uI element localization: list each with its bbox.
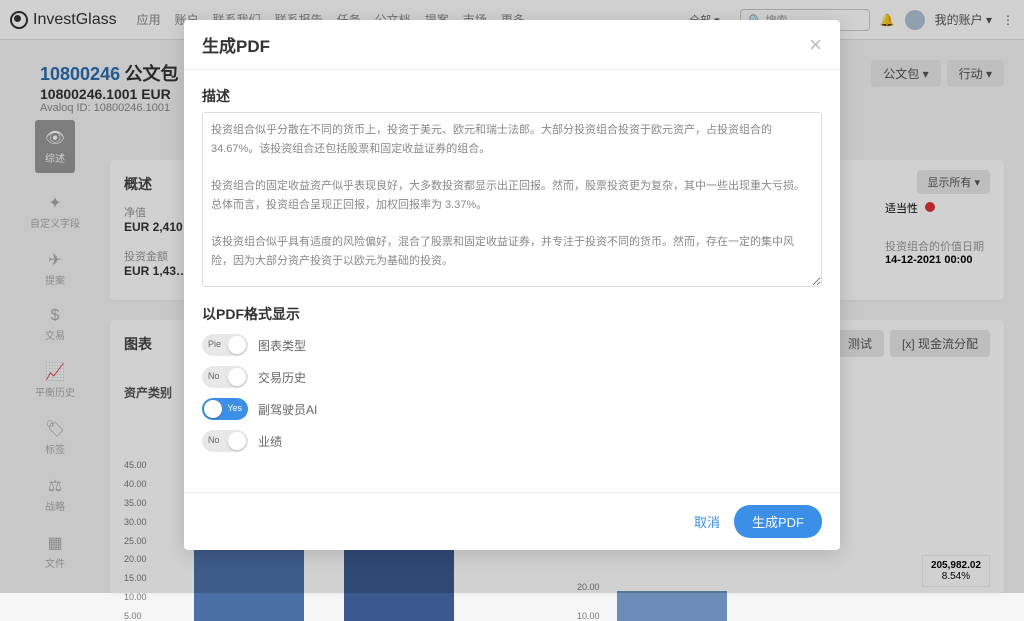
bar-3 [617,591,727,621]
toggle-chart-type-label: 图表类型 [258,337,306,354]
modal-body: 描述 以PDF格式显示 Pie 图表类型 No 交易历史 Yes 副驾驶员AI … [184,70,840,492]
toggle-copilot-ai: Yes 副驾驶员AI [202,398,822,420]
toggle-chart-type: Pie 图表类型 [202,334,822,356]
description-textarea[interactable] [202,112,822,287]
toggle-trade-history: No 交易历史 [202,366,822,388]
toggle-performance: No 业绩 [202,430,822,452]
toggle-chart-type-switch[interactable]: Pie [202,334,248,356]
description-label: 描述 [202,86,822,106]
pdf-section-label: 以PDF格式显示 [202,304,822,324]
modal-title: 生成PDF [202,32,270,57]
modal-header: 生成PDF × [184,20,840,70]
close-icon[interactable]: × [809,34,822,56]
toggle-performance-label: 业绩 [258,433,282,450]
toggle-copilot-ai-label: 副驾驶员AI [258,401,317,418]
toggle-performance-switch[interactable]: No [202,430,248,452]
toggle-copilot-ai-switch[interactable]: Yes [202,398,248,420]
modal-overlay: 生成PDF × 描述 以PDF格式显示 Pie 图表类型 No 交易历史 Yes… [0,0,1024,593]
toggle-trade-history-label: 交易历史 [258,369,306,386]
modal-footer: 取消 生成PDF [184,492,840,550]
generate-pdf-button[interactable]: 生成PDF [734,505,822,538]
generate-pdf-modal: 生成PDF × 描述 以PDF格式显示 Pie 图表类型 No 交易历史 Yes… [184,20,840,550]
toggle-trade-history-switch[interactable]: No [202,366,248,388]
cancel-button[interactable]: 取消 [694,512,720,531]
